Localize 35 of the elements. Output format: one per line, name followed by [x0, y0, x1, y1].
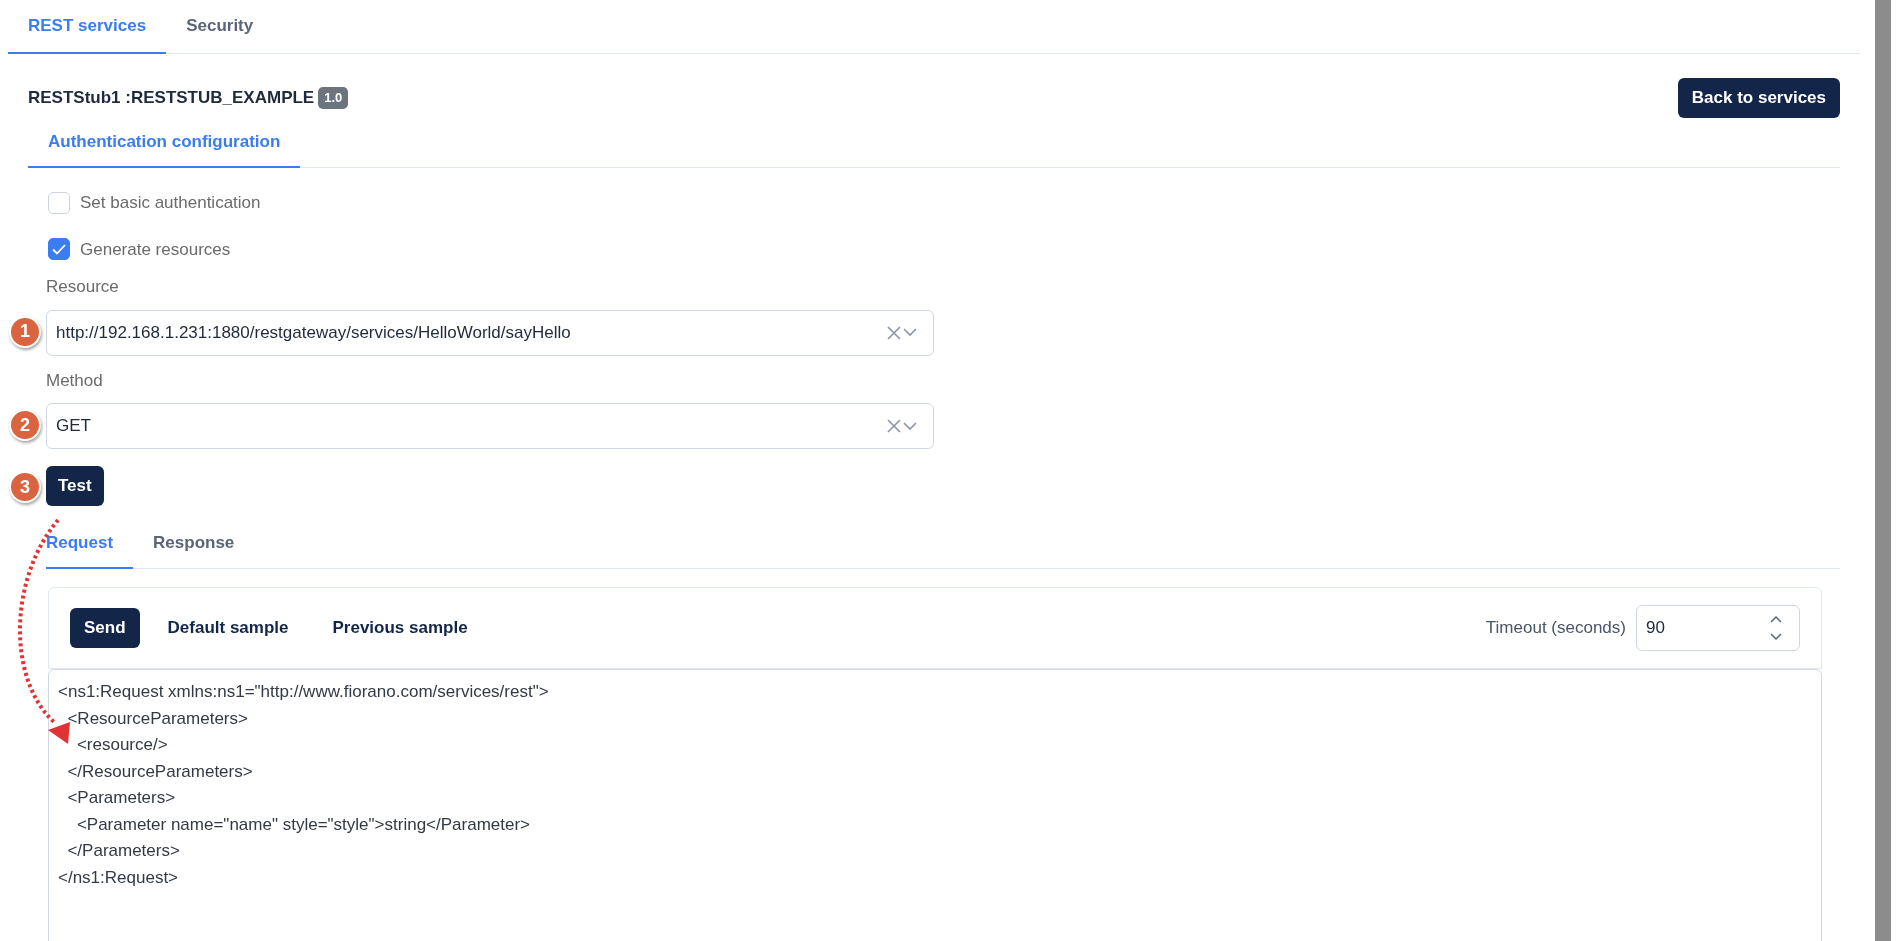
checkmark-icon: [52, 243, 66, 255]
clear-icon[interactable]: [887, 419, 901, 433]
tab[interactable]: Response: [153, 519, 255, 569]
checkbox-label: Set basic authentication: [80, 192, 261, 214]
tab[interactable]: Authentication configuration: [28, 118, 301, 168]
field-label: Resource: [46, 276, 120, 298]
tab[interactable]: Request: [46, 519, 134, 569]
step-marker: 1: [9, 315, 41, 348]
version-badge: 1.0: [318, 87, 349, 109]
select-field[interactable]: http://192.168.1.231:1880/restgateway/services/HelloWorld/sayHello: [46, 309, 934, 356]
test-button[interactable]: Test: [46, 466, 104, 506]
step-marker: 2: [9, 409, 41, 441]
checkbox-label: Generate resources: [80, 238, 231, 261]
timeout-label: Timeout (seconds): [1485, 617, 1626, 640]
chevron-down-icon[interactable]: [903, 328, 917, 337]
code-editor[interactable]: <ns1:Request xmlns:ns1="http://www.fiorano.com/services/rest"> <ResourceParameters> <resource/> </ResourceParameters> <Parameters> <Parameter name="name" style="style">string</Parameter> </Parameters> </ns1:Request>: [48, 669, 1822, 941]
select-field[interactable]: GET: [46, 403, 934, 449]
tab[interactable]: Security: [166, 0, 274, 54]
toolbar-button[interactable]: Default sample: [153, 608, 303, 648]
spinner-arrows-icon[interactable]: [1769, 614, 1783, 642]
service-title: RESTStub1 :RESTSTUB_EXAMPLE: [28, 87, 315, 110]
field-label: Method: [46, 369, 104, 392]
clear-icon[interactable]: [887, 325, 901, 340]
select-value: GET: [56, 415, 91, 438]
scrollbar[interactable]: [1875, 0, 1891, 941]
chevron-down-icon[interactable]: [903, 421, 917, 431]
tab[interactable]: REST services: [8, 0, 167, 54]
timeout-field[interactable]: 90: [1636, 605, 1800, 651]
checkbox[interactable]: [48, 238, 70, 261]
toolbar-button[interactable]: Previous sample: [318, 608, 482, 648]
toolbar-button[interactable]: Send: [70, 608, 140, 648]
step-marker: 3: [9, 471, 41, 503]
select-value: http://192.168.1.231:1880/restgateway/services/HelloWorld/sayHello: [56, 321, 571, 344]
back-to-services-button[interactable]: Back to services: [1677, 78, 1840, 118]
timeout-value: 90: [1646, 617, 1665, 640]
